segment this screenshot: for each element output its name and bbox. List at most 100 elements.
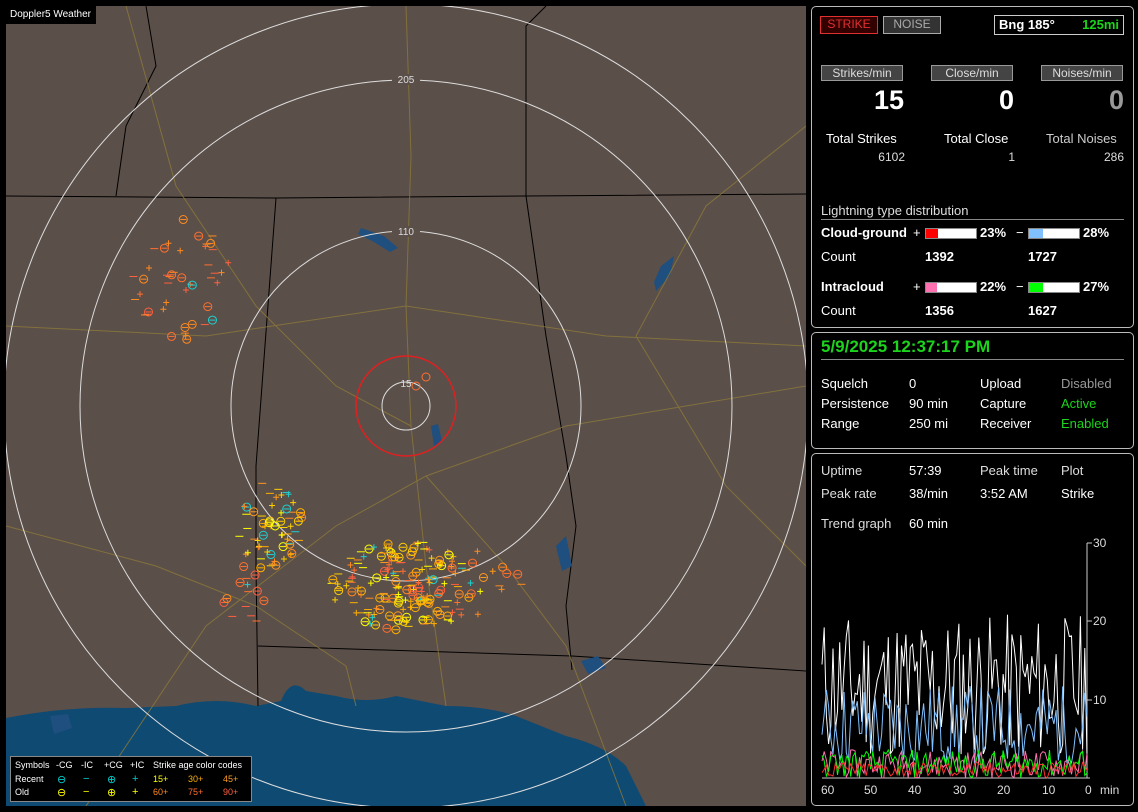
receiver-value[interactable]: Enabled xyxy=(1061,416,1109,431)
distance-value: 125mi xyxy=(1082,17,1119,32)
strike-marker xyxy=(235,578,245,588)
strike-marker xyxy=(256,563,266,573)
cg-negative-count: 1727 xyxy=(1028,249,1057,264)
cg-minus-sign: − xyxy=(1016,225,1024,240)
strike-marker xyxy=(408,571,418,581)
legend-col-neg-cg: -CG xyxy=(56,760,73,770)
total-noises-value: 286 xyxy=(1103,150,1124,164)
strike-marker xyxy=(347,587,357,597)
strike-marker xyxy=(218,269,225,276)
lightning-map[interactable]: 205 110 15 Doppler5 Weather Symbols -CG … xyxy=(6,6,806,806)
legend-col-pos-cg: +CG xyxy=(104,760,123,770)
uptime-value: 57:39 xyxy=(909,463,942,478)
total-close-value: 1 xyxy=(1008,150,1015,164)
close-per-min-label: Close/min xyxy=(931,65,1013,81)
strike-marker xyxy=(182,332,189,339)
legend-recent-neg-ic-icon: − xyxy=(83,773,90,785)
strike-marker xyxy=(458,611,465,618)
strike-marker xyxy=(146,265,153,272)
strike-marker xyxy=(177,273,187,283)
strike-marker xyxy=(410,603,420,613)
strike-marker xyxy=(448,618,455,625)
strike-marker xyxy=(270,521,280,531)
legend-age-15: 15+ xyxy=(153,774,169,784)
bearing-display: Bng 185° 125mi xyxy=(994,15,1124,35)
distribution-title: Lightning type distribution xyxy=(821,203,969,218)
strike-marker xyxy=(206,238,216,248)
range-ring-110 xyxy=(230,230,582,582)
ic-positive-pct: 22% xyxy=(980,279,1007,294)
receiver-label: Receiver xyxy=(980,416,1032,431)
strike-marker xyxy=(137,291,144,298)
legend-old-pos-cg-icon: ⊕ xyxy=(107,787,117,799)
range-label: Range xyxy=(821,416,860,431)
strike-marker xyxy=(222,593,232,603)
strike-marker xyxy=(194,231,204,241)
strike-marker xyxy=(159,243,169,253)
strike-marker xyxy=(249,507,259,517)
cloud-ground-label: Cloud-ground xyxy=(821,225,907,240)
persistence-value[interactable]: 90 min xyxy=(909,396,948,411)
strike-marker xyxy=(402,585,412,595)
legend-age-45: 45+ xyxy=(223,774,239,784)
ic-minus-sign: − xyxy=(1016,279,1024,294)
strike-marker xyxy=(395,583,402,590)
y-tick-20: 20 xyxy=(1093,614,1107,628)
range-value[interactable]: 250 mi xyxy=(909,416,948,431)
range-label-205: 205 xyxy=(398,75,415,86)
distribution-divider xyxy=(821,219,1124,220)
strike-marker xyxy=(441,580,448,587)
strike-marker xyxy=(477,588,484,595)
total-strikes-label: Total Strikes xyxy=(826,131,897,146)
strike-marker xyxy=(163,299,170,306)
legend-symbols-label: Symbols xyxy=(15,760,50,770)
trend-panel: Uptime 57:39 Peak time Plot Peak rate 38… xyxy=(811,453,1134,806)
strike-marker xyxy=(332,596,339,603)
noises-per-min-value: 0 xyxy=(1108,85,1124,115)
strike-marker xyxy=(334,586,344,596)
strike-marker xyxy=(466,589,476,599)
strike-marker xyxy=(382,623,392,633)
uptime-label: Uptime xyxy=(821,463,863,478)
squelch-value[interactable]: 0 xyxy=(909,376,916,391)
ic-negative-bar xyxy=(1028,282,1080,293)
map-canvas[interactable]: 205 110 15 xyxy=(6,6,806,806)
strike-marker xyxy=(343,582,350,589)
strike-marker xyxy=(255,544,262,551)
trend-graph-value[interactable]: 60 min xyxy=(909,516,948,531)
peak-rate-label: Peak rate xyxy=(821,486,877,501)
legend-age-60: 60+ xyxy=(153,787,169,797)
trend-axes xyxy=(822,542,1092,779)
peak-rate-value: 38/min xyxy=(909,486,949,501)
strike-marker xyxy=(443,611,453,621)
range-label-110: 110 xyxy=(398,227,414,238)
legend-age-30: 30+ xyxy=(188,774,204,784)
x-tick-40: 40 xyxy=(908,783,922,797)
legend-col-pos-ic: +IC xyxy=(130,760,145,770)
capture-value[interactable]: Active xyxy=(1061,396,1096,411)
legend-age-90: 90+ xyxy=(223,787,239,797)
strike-marker xyxy=(239,562,249,572)
range-ring-close xyxy=(355,355,457,457)
strike-marker xyxy=(393,598,403,608)
upload-value[interactable]: Disabled xyxy=(1061,376,1112,391)
plot-value[interactable]: Strike xyxy=(1061,486,1094,501)
strike-button[interactable]: STRIKE xyxy=(820,16,878,34)
symbol-legend: Symbols -CG -IC +CG +IC Strike age color… xyxy=(10,756,252,802)
strike-marker xyxy=(421,372,431,382)
strike-marker xyxy=(187,280,197,290)
strike-marker xyxy=(498,586,505,593)
intracloud-label: Intracloud xyxy=(821,279,884,294)
strikes-per-min-label: Strikes/min xyxy=(821,65,903,81)
strike-marker xyxy=(375,604,385,614)
legend-age-title: Strike age color codes xyxy=(153,760,243,770)
noise-button[interactable]: NOISE xyxy=(883,16,941,34)
total-strikes-value: 6102 xyxy=(878,150,905,164)
strike-marker xyxy=(269,502,276,509)
strike-marker xyxy=(360,617,370,627)
strike-marker xyxy=(290,499,297,506)
x-tick-60: 60 xyxy=(821,783,835,797)
ic-negative-bar-fill xyxy=(1029,283,1043,292)
strike-marker xyxy=(454,599,461,606)
strike-marker xyxy=(364,544,374,554)
